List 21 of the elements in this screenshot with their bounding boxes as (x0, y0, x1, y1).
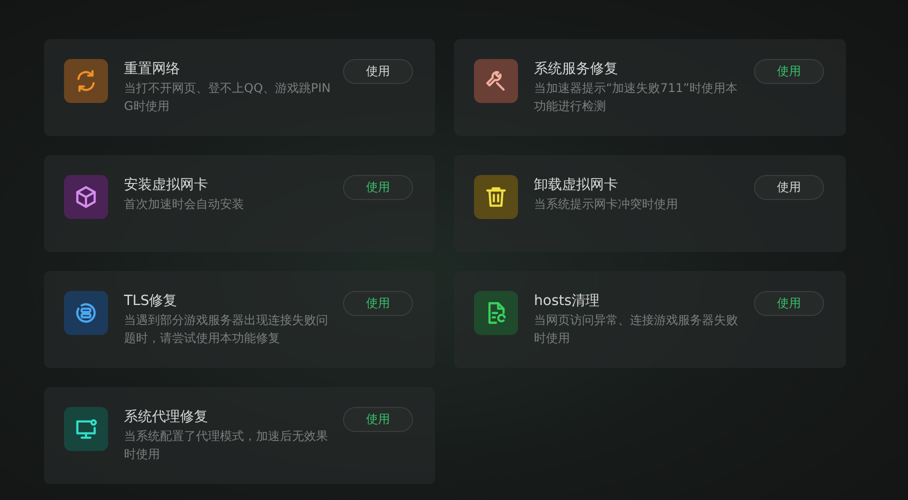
tool-title: TLS修复 (124, 292, 178, 311)
tool-description: 当加速器提示“加速失败711”时使用本功能进行检测 (534, 80, 738, 115)
tool-description: 当系统提示网卡冲突时使用 (534, 196, 679, 213)
tool-description: 当遇到部分游戏服务器出现连接失败问题时，请尝试使用本功能修复 (124, 312, 329, 347)
tool-description: 当网页访问异常、连接游戏服务器失败时使用 (534, 312, 739, 347)
tool-title: hosts清理 (534, 292, 601, 311)
use-button[interactable]: 使用 (754, 59, 824, 84)
tool-description: 当打不开网页、登不上QQ、游戏跳PING时使用 (124, 80, 332, 115)
tool-title: 系统服务修复 (534, 60, 619, 79)
tool-title: 安装虚拟网卡 (124, 176, 209, 195)
tool-description: 当系统配置了代理模式，加速后无效果时使用 (124, 428, 329, 463)
use-button[interactable]: 使用 (343, 291, 413, 316)
tool-description: 首次加速时会自动安装 (124, 196, 245, 213)
use-button[interactable]: 使用 (343, 175, 413, 200)
use-button[interactable]: 使用 (754, 291, 824, 316)
tool-title: 重置网络 (124, 60, 181, 79)
tool-title: 卸载虚拟网卡 (534, 176, 619, 195)
use-button[interactable]: 使用 (343, 59, 413, 84)
use-button[interactable]: 使用 (343, 407, 413, 432)
use-button[interactable]: 使用 (754, 175, 824, 200)
tool-title: 系统代理修复 (124, 408, 209, 427)
